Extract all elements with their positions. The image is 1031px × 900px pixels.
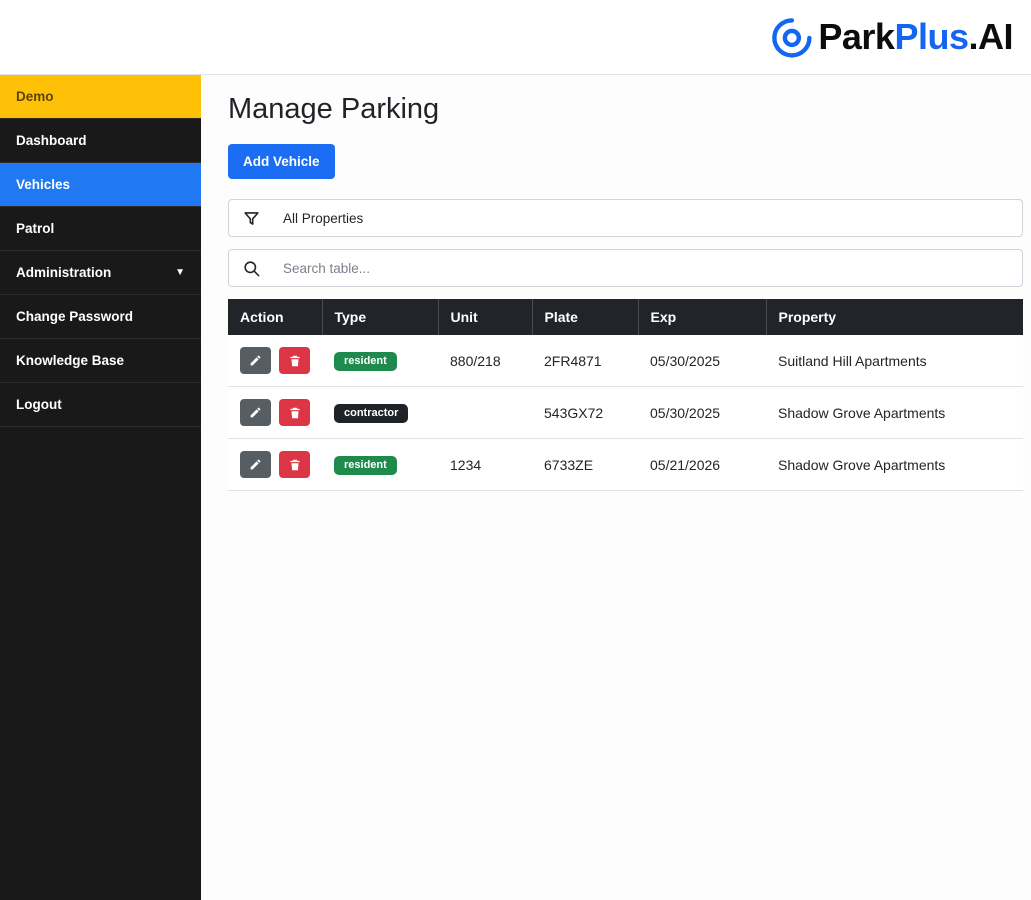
column-header-plate: Plate: [532, 299, 639, 335]
sidebar-item-label: Administration: [16, 265, 112, 280]
trash-icon: [289, 355, 300, 366]
sidebar-item-label: Dashboard: [16, 133, 87, 148]
sidebar-item-patrol[interactable]: Patrol: [0, 207, 201, 251]
type-badge: resident: [334, 351, 397, 371]
column-header-property: Property: [766, 299, 1023, 335]
main-content: Manage Parking Add Vehicle All Propertie…: [201, 75, 1031, 900]
sidebar-item-logout[interactable]: Logout: [0, 383, 201, 427]
edit-button[interactable]: [240, 451, 271, 478]
sidebar-item-label: Change Password: [16, 309, 134, 324]
type-badge: resident: [334, 455, 397, 475]
filter-icon: [229, 209, 273, 228]
page-title: Manage Parking: [228, 93, 440, 125]
logo-spiral-icon: [770, 16, 812, 58]
sidebar: Demo Dashboard Vehicles Patrol Administr…: [0, 75, 201, 900]
plate-cell: 2FR4871: [532, 335, 638, 387]
pencil-icon: [250, 355, 261, 366]
column-header-type: Type: [322, 299, 439, 335]
logo-text-plus: Plus: [894, 16, 969, 57]
delete-button[interactable]: [279, 451, 310, 478]
column-header-action: Action: [228, 299, 323, 335]
search-input[interactable]: [273, 250, 1022, 286]
type-badge: contractor: [334, 403, 409, 423]
edit-button[interactable]: [240, 347, 271, 374]
logo-text-ai: .AI: [968, 16, 1013, 57]
unit-cell: 1234: [438, 438, 532, 491]
delete-button[interactable]: [279, 399, 310, 426]
chevron-down-icon: ▼: [175, 267, 185, 278]
plate-cell: 543GX72: [532, 386, 638, 439]
sidebar-item-vehicles[interactable]: Vehicles: [0, 163, 201, 207]
table-row: contractor 543GX72 05/30/2025 Shadow Gro…: [228, 386, 1023, 439]
table-row: resident 880/218 2FR4871 05/30/2025 Suit…: [228, 335, 1023, 387]
add-vehicle-button[interactable]: Add Vehicle: [228, 144, 335, 179]
column-header-exp: Exp: [638, 299, 767, 335]
logo-text: ParkPlus.AI: [818, 16, 1013, 58]
sidebar-item-dashboard[interactable]: Dashboard: [0, 119, 201, 163]
delete-button[interactable]: [279, 347, 310, 374]
search-control: [228, 249, 1023, 287]
edit-button[interactable]: [240, 399, 271, 426]
property-filter-select[interactable]: All Properties: [228, 199, 1023, 237]
sidebar-item-label: Vehicles: [16, 177, 71, 192]
exp-cell: 05/30/2025: [638, 335, 766, 387]
sidebar-item-label: Patrol: [16, 221, 55, 236]
property-cell: Shadow Grove Apartments: [766, 386, 1023, 439]
sidebar-item-change-password[interactable]: Change Password: [0, 295, 201, 339]
table-header-row: Action Type Unit Plate Exp Property: [228, 299, 1023, 335]
pencil-icon: [250, 407, 261, 418]
logo: ParkPlus.AI: [770, 16, 1013, 58]
sidebar-item-demo[interactable]: Demo: [0, 75, 201, 119]
plate-cell: 6733ZE: [532, 438, 638, 491]
sidebar-item-administration[interactable]: Administration ▼: [0, 251, 201, 295]
unit-cell: [438, 386, 532, 439]
search-icon: [229, 259, 273, 278]
table-row: resident 1234 6733ZE 05/21/2026 Shadow G…: [228, 438, 1023, 491]
sidebar-item-label: Logout: [16, 397, 62, 412]
trash-icon: [289, 407, 300, 418]
sidebar-item-knowledge-base[interactable]: Knowledge Base: [0, 339, 201, 383]
property-cell: Suitland Hill Apartments: [766, 335, 1023, 387]
property-cell: Shadow Grove Apartments: [766, 438, 1023, 491]
column-header-unit: Unit: [438, 299, 533, 335]
pencil-icon: [250, 459, 261, 470]
vehicles-table: Action Type Unit Plate Exp Property resi…: [228, 299, 1023, 491]
sidebar-item-label: Demo: [16, 89, 54, 104]
sidebar-item-label: Knowledge Base: [16, 353, 125, 368]
exp-cell: 05/21/2026: [638, 438, 766, 491]
property-filter-value: All Properties: [283, 210, 364, 226]
top-header: ParkPlus.AI: [0, 0, 1031, 75]
unit-cell: 880/218: [438, 335, 532, 387]
exp-cell: 05/30/2025: [638, 386, 766, 439]
logo-text-park: Park: [818, 16, 895, 57]
trash-icon: [289, 459, 300, 470]
